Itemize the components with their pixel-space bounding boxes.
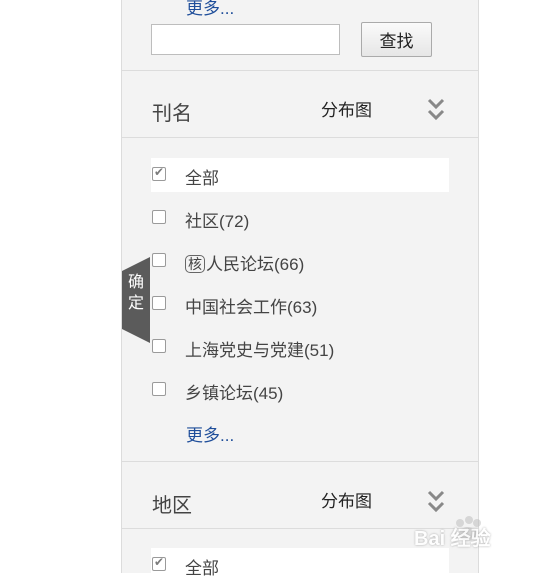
journal-option-label: 社区(72) <box>185 212 250 231</box>
core-journal-badge: 核 <box>185 255 205 273</box>
checkbox-icon[interactable] <box>152 210 166 224</box>
region-collapse-chevron-icon[interactable] <box>425 489 447 517</box>
journal-collapse-chevron-icon[interactable] <box>425 97 447 125</box>
filter-panel: 更多... 查找 刊名 分布图 全部 社区(72) 核人民论坛(66) 中国社会… <box>121 0 479 582</box>
region-distribution-link[interactable]: 分布图 <box>321 487 372 512</box>
journal-option[interactable]: 上海党史与党建(51) <box>151 330 449 364</box>
journal-option[interactable]: 社区(72) <box>151 201 449 235</box>
divider <box>122 461 478 462</box>
journal-more-link[interactable]: 更多... <box>186 421 234 446</box>
divider <box>122 70 478 71</box>
journal-option-label: 人民论坛(66) <box>206 255 305 274</box>
divider <box>122 137 478 138</box>
checkbox-checked-icon[interactable] <box>152 165 166 181</box>
region-option[interactable]: 全部 <box>151 548 449 582</box>
checkbox-icon[interactable] <box>152 339 166 353</box>
region-section-title: 地区 <box>152 495 192 517</box>
search-button[interactable]: 查找 <box>361 22 432 57</box>
journal-option[interactable]: 核人民论坛(66) <box>151 244 449 278</box>
journal-option-label: 上海党史与党建(51) <box>185 341 335 360</box>
checkbox-icon[interactable] <box>152 296 166 310</box>
journal-distribution-link[interactable]: 分布图 <box>321 96 372 121</box>
journal-option[interactable]: 中国社会工作(63) <box>151 287 449 321</box>
journal-option-label: 乡镇论坛(45) <box>185 384 284 403</box>
journal-option[interactable]: 乡镇论坛(45) <box>151 373 449 407</box>
journal-option-label-wrap: 核人民论坛(66) <box>185 250 304 275</box>
top-more-link[interactable]: 更多... <box>186 0 234 19</box>
checkbox-checked-icon[interactable] <box>152 555 166 571</box>
checkbox-icon[interactable] <box>152 253 166 267</box>
region-option-label: 全部 <box>185 559 219 578</box>
journal-option[interactable]: 全部 <box>151 158 449 192</box>
confirm-tab-label[interactable]: 确定 <box>125 272 147 314</box>
journal-section-title: 刊名 <box>152 103 192 125</box>
search-input[interactable] <box>151 24 340 55</box>
journal-option-label: 全部 <box>185 169 219 188</box>
checkbox-icon[interactable] <box>152 382 166 396</box>
baidu-watermark-text: Bai 经验 <box>414 528 491 550</box>
journal-option-label: 中国社会工作(63) <box>185 298 318 317</box>
